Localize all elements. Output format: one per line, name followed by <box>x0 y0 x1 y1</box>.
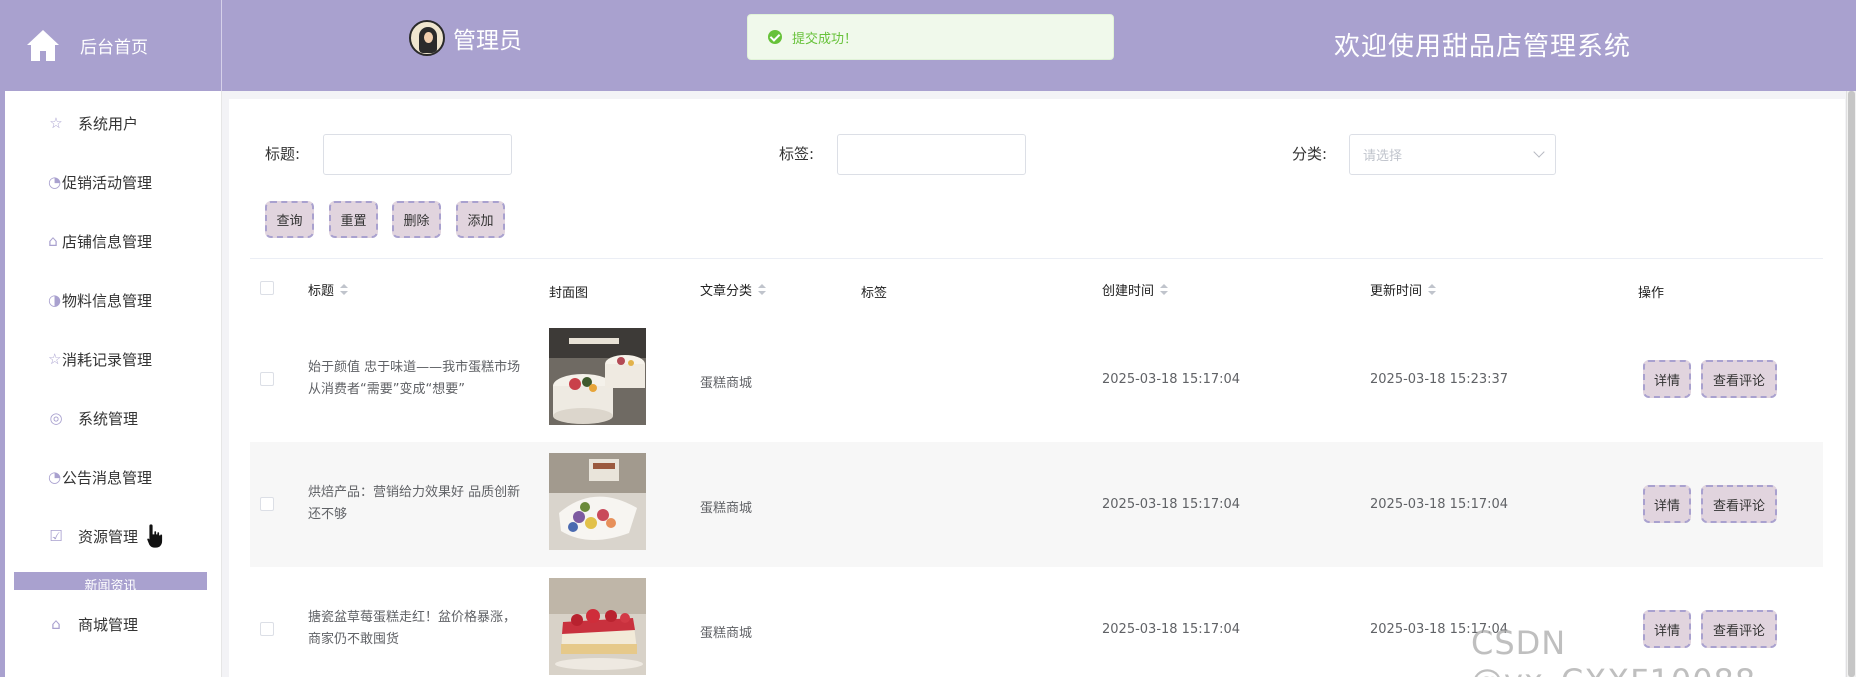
add-button[interactable]: 添加 <box>456 201 505 238</box>
column-header-label: 标签 <box>861 286 888 301</box>
detail-button[interactable]: 详情 <box>1643 485 1691 523</box>
sidebar-item-system[interactable]: ◎ 系统管理 <box>5 398 222 438</box>
row-title: 烘焙产品：营销给力效果好 品质创新还不够 <box>308 485 521 522</box>
view-comments-button[interactable]: 查看评论 <box>1701 485 1777 523</box>
column-header-category[interactable]: 文章分类 <box>700 280 767 299</box>
sidebar-item-label: 资源管理 <box>78 527 139 546</box>
sidebar-item-system-users[interactable]: ☆ 系统用户 <box>5 103 222 143</box>
sort-icon[interactable] <box>340 283 349 296</box>
title-filter-label: 标题: <box>265 145 301 163</box>
hand-cursor-icon <box>146 523 163 549</box>
success-check-icon <box>768 30 782 44</box>
checkbox-icon: ☑ <box>49 527 63 545</box>
watermark: CSDN @vx_CXXF10088 <box>1471 624 1755 677</box>
cover-image-strawberry-cake <box>549 578 646 675</box>
chevron-down-icon <box>1533 146 1545 158</box>
user-info[interactable]: 管理员 <box>409 20 522 56</box>
column-header-label: 更新时间 <box>1370 284 1423 299</box>
site-title: 欢迎使用甜品店管理系统 <box>1334 32 1632 62</box>
query-button[interactable]: 查询 <box>265 201 314 238</box>
column-header-label: 文章分类 <box>700 284 753 299</box>
shop-icon: ⌂ <box>51 615 61 633</box>
sidebar-item-label: 公告消息管理 <box>62 468 153 487</box>
row-checkbox[interactable] <box>260 622 274 636</box>
column-header-label: 创建时间 <box>1102 284 1155 299</box>
sort-icon[interactable] <box>758 283 767 296</box>
delete-button[interactable]: 删除 <box>392 201 441 238</box>
sidebar-item-materials[interactable]: ◑ 物料信息管理 <box>5 280 222 320</box>
home-link[interactable]: 后台首页 <box>0 0 222 91</box>
row-title: 始于颜值 忠于味道——我市蛋糕市场从消费者“需要”变成“想要” <box>308 360 521 397</box>
table-top-border <box>250 258 1823 259</box>
sidebar-item-mall[interactable]: ⌂ 商城管理 <box>5 604 222 644</box>
sidebar-item-label: 物料信息管理 <box>62 291 153 310</box>
reset-button[interactable]: 重置 <box>329 201 378 238</box>
column-header-updated[interactable]: 更新时间 <box>1370 280 1437 299</box>
row-created-time: 2025-03-18 15:17:04 <box>1102 372 1241 387</box>
pie-icon: ◑ <box>48 291 62 309</box>
sidebar-item-label: 系统用户 <box>78 114 139 133</box>
row-created-time: 2025-03-18 15:17:04 <box>1102 622 1241 637</box>
sidebar-item-consumption[interactable]: ☆ 消耗记录管理 <box>5 339 222 379</box>
home-icon <box>27 29 59 61</box>
tag-filter-input[interactable] <box>837 134 1026 175</box>
sort-icon[interactable] <box>1428 283 1437 296</box>
row-checkbox[interactable] <box>260 372 274 386</box>
star-icon: ☆ <box>48 350 62 368</box>
sidebar-item-resources[interactable]: ☑ 资源管理 <box>5 516 222 556</box>
sidebar-item-label: 商城管理 <box>78 615 139 634</box>
timer-icon: ◔ <box>48 173 62 191</box>
cover-image-cakes <box>549 328 646 425</box>
sidebar: ☆ 系统用户 ◔ 促销活动管理 ⌂ 店铺信息管理 ◑ 物料信息管理 ☆ 消耗记录… <box>0 91 222 677</box>
column-header-label: 标题 <box>308 284 335 299</box>
select-all-checkbox[interactable] <box>260 281 274 295</box>
sidebar-item-promotions[interactable]: ◔ 促销活动管理 <box>5 162 222 202</box>
row-category: 蛋糕商城 <box>700 626 753 641</box>
toast-message: 提交成功！ <box>792 31 858 47</box>
user-name: 管理员 <box>453 28 522 54</box>
sidebar-item-label: 促销活动管理 <box>62 173 153 192</box>
timer-icon: ◔ <box>48 468 62 486</box>
detail-button[interactable]: 详情 <box>1643 360 1691 398</box>
row-category: 蛋糕商城 <box>700 501 753 516</box>
sidebar-item-shop-info[interactable]: ⌂ 店铺信息管理 <box>5 221 222 261</box>
column-header-cover: 封面图 <box>549 282 588 301</box>
column-header-actions: 操作 <box>1638 282 1664 301</box>
row-title: 搪瓷盆草莓蛋糕走红！盆价格暴涨，商家仍不敢囤货 <box>308 610 517 647</box>
sidebar-item-label: 新闻资讯 <box>84 579 137 590</box>
row-updated-time: 2025-03-18 15:17:04 <box>1370 497 1509 512</box>
tag-filter-label: 标签: <box>779 145 815 163</box>
row-created-time: 2025-03-18 15:17:04 <box>1102 497 1241 512</box>
row-updated-time: 2025-03-18 15:23:37 <box>1370 372 1509 387</box>
view-comments-button[interactable]: 查看评论 <box>1701 360 1777 398</box>
sidebar-item-label: 系统管理 <box>78 409 139 428</box>
column-header-label: 封面图 <box>549 286 589 301</box>
column-header-created[interactable]: 创建时间 <box>1102 280 1169 299</box>
shop-icon: ⌂ <box>48 232 58 250</box>
category-filter-label: 分类: <box>1292 145 1328 163</box>
page-scrollbar-thumb[interactable] <box>1848 91 1855 677</box>
sidebar-item-label: 店铺信息管理 <box>62 232 153 251</box>
row-category: 蛋糕商城 <box>700 376 753 391</box>
column-header-title[interactable]: 标题 <box>308 280 349 299</box>
cover-image-pastries <box>549 453 646 550</box>
sidebar-item-news[interactable]: 新闻资讯 <box>14 572 207 590</box>
star-icon: ☆ <box>49 114 63 132</box>
home-label: 后台首页 <box>80 38 148 58</box>
avatar <box>409 20 445 56</box>
column-header-tags: 标签 <box>861 282 887 301</box>
title-filter-input[interactable] <box>323 134 512 175</box>
row-checkbox[interactable] <box>260 497 274 511</box>
sidebar-item-label: 消耗记录管理 <box>62 350 153 369</box>
column-header-label: 操作 <box>1638 286 1665 301</box>
compass-icon: ◎ <box>49 409 63 427</box>
category-select-placeholder: 请选择 <box>1363 149 1403 164</box>
success-toast: 提交成功！ <box>747 14 1114 60</box>
sidebar-item-announcements[interactable]: ◔ 公告消息管理 <box>5 457 222 497</box>
sort-icon[interactable] <box>1160 283 1169 296</box>
category-filter-select[interactable]: 请选择 <box>1349 134 1556 175</box>
